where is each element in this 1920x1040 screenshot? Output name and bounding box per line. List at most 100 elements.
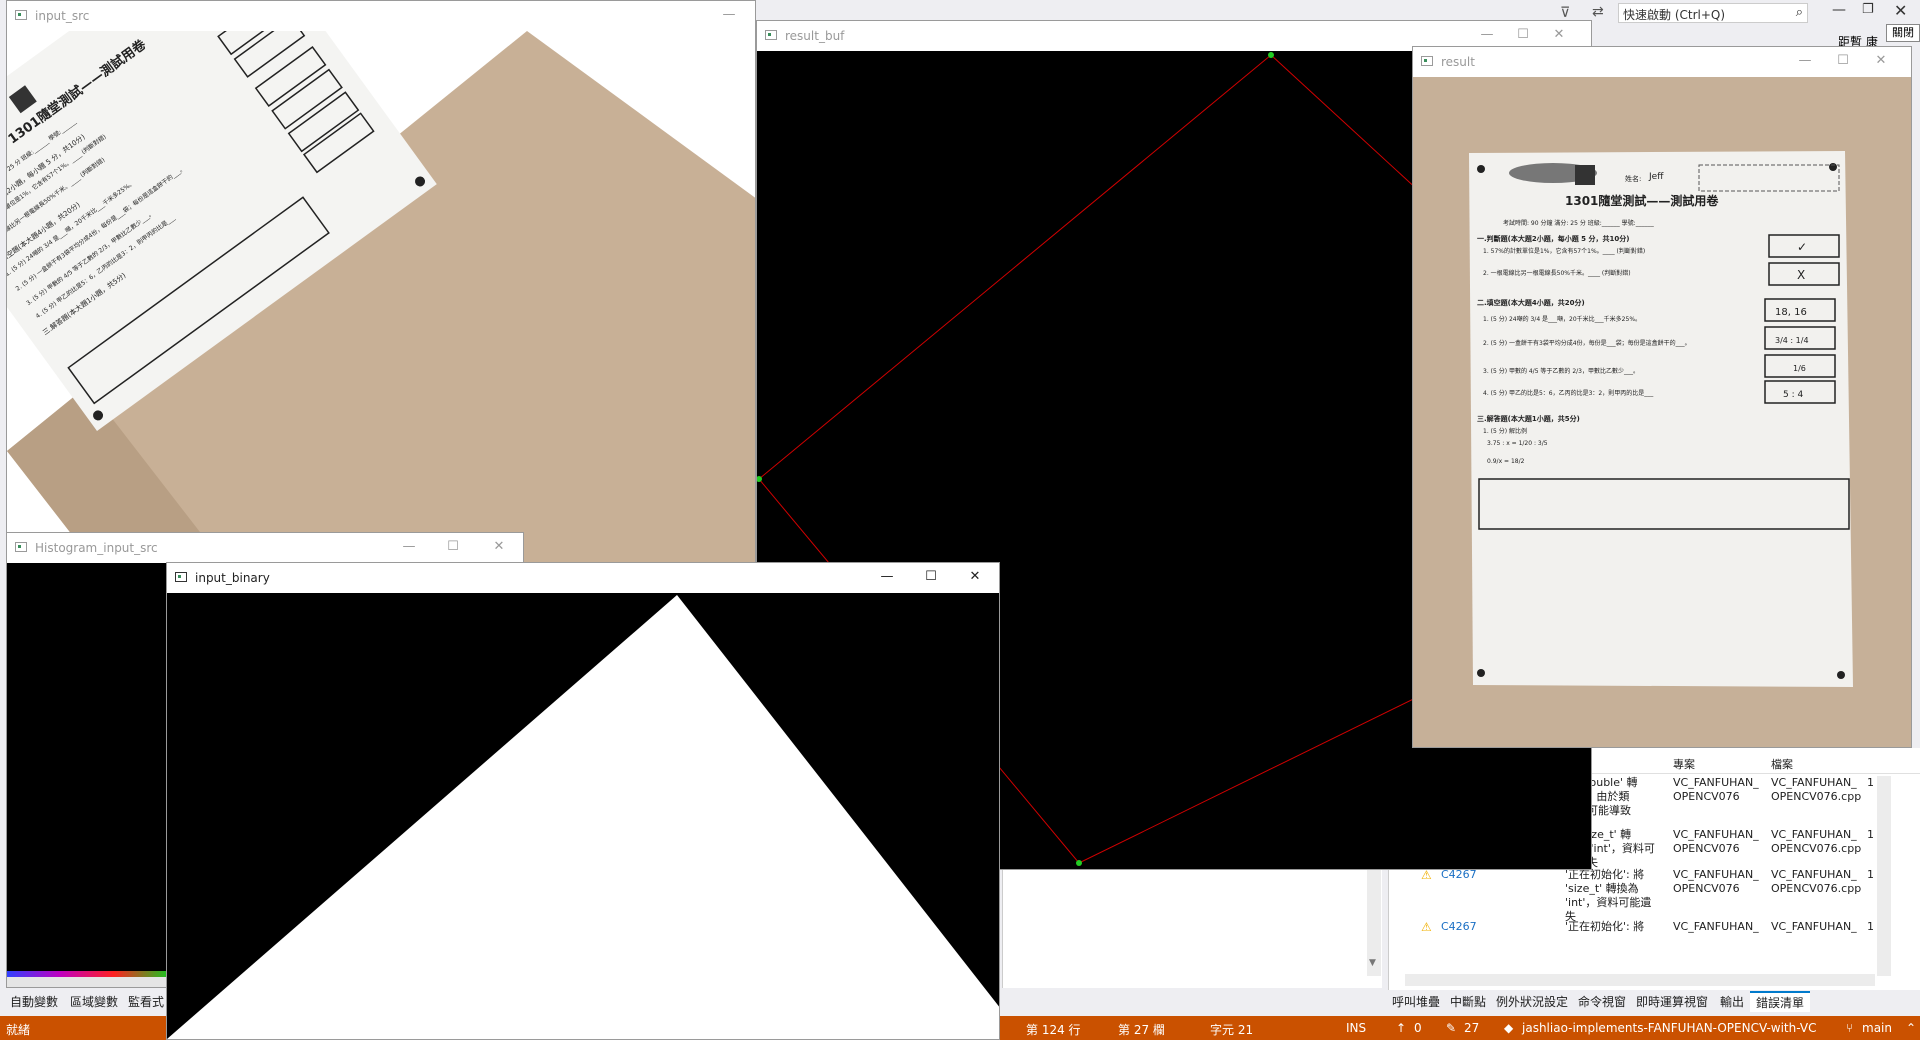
window-app-icon [1421,56,1433,66]
error-file: VC_FANFUHAN_ OPENCV076.cpp [1771,776,1862,803]
status-col[interactable]: 第 27 欄 [1118,1021,1165,1038]
minimize-icon[interactable]: — [1797,53,1813,69]
window-app-icon [175,572,187,582]
close-icon[interactable]: ✕ [1551,27,1567,43]
minimize-icon[interactable]: — [721,7,737,23]
canvas-result: 姓名: Jeff 1301隨堂測試——測試用卷 考試時間: 90 分鐘 滿分: … [1413,77,1911,747]
canvas-input-src: 1301隨堂測試——測試用卷 考試時間: 90 分鐘 滿分: 25 分 班級:_… [7,31,755,565]
registration-dot [1477,165,1485,173]
status-line[interactable]: 第 124 行 [1026,1021,1081,1038]
close-vs-button[interactable]: ✕ [1894,1,1907,20]
git-repo-icon[interactable]: ◆ [1504,1021,1513,1035]
error-line-num: 1 [1867,828,1874,841]
search-icon: ⌕ [1795,5,1803,20]
warning-icon: ⚠ [1421,868,1432,882]
minimize-icon[interactable]: — [401,539,417,555]
tab-locals[interactable]: 區域變數 [70,993,118,1010]
right-bottom-tabs: 呼叫堆疊 中斷點 例外狀況設定 命令視窗 即時運算視窗 輸出 錯誤清單 [1382,990,1920,1014]
minimize-vs-button[interactable]: — [1832,2,1846,18]
col-file-header[interactable]: 檔案 [1771,756,1793,772]
scroll-down-arrow-icon[interactable]: ▼ [1369,958,1376,968]
maximize-icon[interactable]: ☐ [1515,27,1531,43]
window-app-icon [15,542,27,552]
name-label: 姓名: [1625,174,1641,183]
corner-point [1268,52,1274,58]
exam-section2: 二.填空題(本大題4小題，共20分) [1477,298,1585,307]
tab-error-list[interactable]: 錯誤清單 [1750,991,1811,1012]
left-bottom-tabs: 自動變數 區域變數 監看式 [6,990,166,1014]
git-branch-icon[interactable]: ⑂ [1846,1021,1853,1035]
status-ready: 就緒 [6,1023,31,1037]
maximize-icon[interactable]: ☐ [923,569,939,585]
pencil-icon[interactable]: ✎ [1446,1021,1456,1035]
error-list-row[interactable]: ⚠ C4267 '正在初始化': 將 VC_FANFUHAN_ VC_FANFUHAN_… [1389,920,1889,970]
exam-q2: 2. 一根電線比另一根電線長50%千米。____ (判斷對錯) [1483,269,1631,277]
status-char[interactable]: 字元 21 [1210,1021,1253,1038]
tab-breakpoints[interactable]: 中斷點 [1450,993,1486,1010]
exam-q5: 3. (5 分) 甲數的 4/5 等于乙數的 2/3，甲數比乙數少___。 [1483,367,1639,375]
canvas-input-binary [167,593,999,1039]
error-line-num: 1 [1867,776,1874,789]
error-project: VC_FANFUHAN_ OPENCV076 [1673,828,1759,855]
registration-dot [1829,163,1837,171]
status-repo[interactable]: jashliao-implements-FANFUHAN-OPENCV-with… [1522,1021,1816,1035]
error-description: '正在初始化': 將 [1565,920,1645,933]
col-project-header[interactable]: 專案 [1673,756,1695,772]
window-app-icon [765,30,777,40]
error-list-vscroll[interactable] [1877,776,1891,976]
tab-watch[interactable]: 監看式 [128,993,164,1010]
tab-exception-settings[interactable]: 例外狀況設定 [1496,993,1568,1010]
status-branch[interactable]: main [1862,1021,1892,1035]
titlebar-result[interactable]: result — ☐ ✕ [1413,47,1911,77]
status-up-count[interactable]: 0 [1414,1021,1422,1035]
close-icon[interactable]: ✕ [1873,53,1889,69]
registration-dot [1477,669,1485,677]
window-result[interactable]: result — ☐ ✕ 姓名: Jeff 1301隨堂測試——測試用卷 考試時… [1412,46,1912,748]
minimize-icon[interactable]: — [879,569,895,585]
binary-paper-mask [167,595,999,1039]
titlebar-histogram[interactable]: Histogram_input_src — ☐ ✕ [7,533,523,563]
answer-value: 18, 16 [1775,307,1807,318]
window-title: result_buf [785,29,845,43]
titlebar-input-src[interactable]: input_src — ☐ [7,1,755,31]
answer-value: X [1797,268,1805,282]
chevron-up-icon[interactable]: ⌃ [1906,1021,1916,1035]
minimize-icon[interactable]: — [1479,27,1495,43]
qr-code [1575,165,1595,185]
exam-q6: 4. (5 分) 甲乙的比是5：6，乙丙的比是3：2，則甲丙的比是___ [1483,389,1654,397]
tab-autos[interactable]: 自動變數 [10,993,58,1010]
exam-q7b: 0.9/x = 18/2 [1487,458,1525,465]
error-list-row[interactable]: ⚠ C4267 '正在初始化': 將 'size_t' 轉換為 'int'，資料可能… [1389,868,1889,923]
error-code-link[interactable]: C4267 [1441,920,1477,934]
arrow-up-icon[interactable]: ↑ [1396,1021,1406,1035]
restore-vs-button[interactable]: ❐ [1862,2,1874,17]
error-code-link[interactable]: C4267 [1441,868,1477,882]
maximize-icon[interactable]: ☐ [1835,53,1851,69]
tab-immediate-window[interactable]: 即時運算視窗 [1636,993,1708,1010]
window-input-src[interactable]: input_src — ☐ 1301隨堂測試——測試用卷 考試時間: 90 分鐘 [6,0,756,566]
tab-output[interactable]: 輸出 [1720,993,1744,1010]
maximize-icon[interactable]: ☐ [445,539,461,555]
titlebar-input-binary[interactable]: input_binary — ☐ ✕ [167,563,999,593]
error-project: VC_FANFUHAN_ [1673,920,1759,933]
window-app-icon [15,10,27,20]
close-tooltip: 關閉 [1886,24,1920,42]
window-input-binary[interactable]: input_binary — ☐ ✕ [166,562,1000,1040]
error-list-hscroll[interactable] [1405,974,1875,986]
answer-value: ✓ [1797,240,1807,254]
connect-icon[interactable]: ⇄ [1592,4,1604,20]
close-icon[interactable]: ✕ [491,539,507,555]
status-pencil-count[interactable]: 27 [1464,1021,1479,1035]
tab-call-stack[interactable]: 呼叫堆疊 [1392,993,1440,1010]
exam-section3: 三.解答題(本大題1小題，共5分) [1477,414,1580,423]
error-project: VC_FANFUHAN_ OPENCV076 [1673,868,1759,895]
close-icon[interactable]: ✕ [967,569,983,585]
answer-value: 1/6 [1793,364,1806,373]
tab-command-window[interactable]: 命令視窗 [1578,993,1626,1010]
quick-launch-input[interactable]: 快速啟動 (Ctrl+Q) ⌕ [1618,3,1808,23]
name-value: Jeff [1648,172,1664,182]
filter-icon[interactable]: ⊽ [1560,5,1570,21]
answer-value: 3/4 : 1/4 [1775,336,1809,345]
warning-icon: ⚠ [1421,920,1432,934]
exam-q3: 1. (5 分) 24噸的 3/4 是___噸，20千米比___千米多25%。 [1483,315,1641,323]
